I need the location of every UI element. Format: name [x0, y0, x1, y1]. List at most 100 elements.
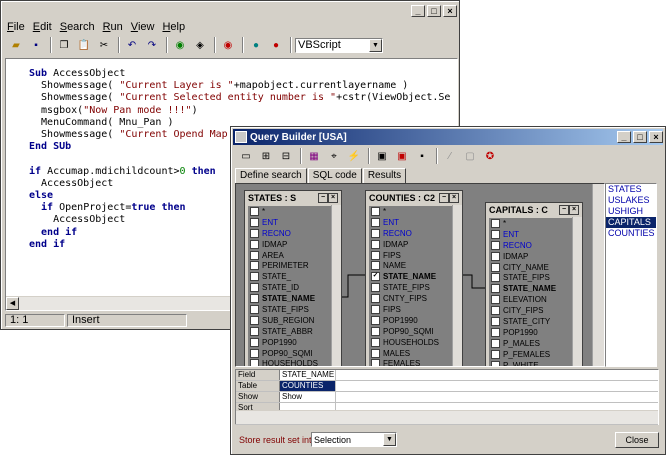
tab-sql-code[interactable]: SQL code — [307, 168, 362, 184]
step-icon[interactable]: ◈ — [191, 36, 209, 54]
field-checkbox[interactable] — [250, 250, 259, 260]
layer-item[interactable]: CAPITALS — [606, 217, 656, 228]
zoom-icon[interactable]: ▢ — [461, 147, 479, 165]
field-checkbox[interactable] — [371, 228, 380, 238]
field-checkbox[interactable] — [371, 217, 380, 227]
code-line[interactable]: Showmessage( "Current Layer is "+mapobje… — [29, 80, 450, 92]
field-item[interactable]: RECNO — [248, 228, 331, 239]
field-checkbox[interactable] — [371, 326, 380, 336]
code-line[interactable]: Showmessage( "Current Selected entity nu… — [29, 92, 450, 104]
collapse-table-icon[interactable]: − — [318, 193, 328, 203]
tab-define-search[interactable]: Define search — [235, 168, 307, 184]
field-item[interactable]: STATE_FIPS — [369, 282, 452, 293]
field-checkbox[interactable] — [250, 228, 259, 238]
layer-list[interactable]: STATES USLAKES USHIGH CAPITALS COUNTIES — [605, 183, 657, 367]
save-icon[interactable]: ▪ — [27, 36, 45, 54]
table-header[interactable]: COUNTIES : C2− × — [366, 191, 462, 205]
field-checkbox[interactable] — [491, 306, 500, 316]
run-icon[interactable]: ● — [247, 36, 265, 54]
field-item[interactable]: PERIMETER — [248, 260, 331, 271]
field-item[interactable]: POP1990 — [248, 337, 331, 348]
menu-item-file[interactable]: File — [3, 21, 29, 33]
field-item[interactable]: ENT — [369, 217, 452, 228]
field-item[interactable]: STATE_ — [248, 271, 331, 282]
field-item[interactable]: STATE_ID — [248, 282, 331, 293]
field-checkbox[interactable] — [250, 206, 259, 216]
field-item[interactable]: ✓ STATE_NAME — [369, 271, 452, 282]
field-item[interactable]: FEMALES — [369, 358, 452, 366]
field-item[interactable]: HOUSEHOLDS — [369, 337, 452, 348]
field-item[interactable]: CITY_NAME — [489, 262, 572, 273]
field-item[interactable]: IDMAP — [248, 239, 331, 250]
field-checkbox[interactable] — [371, 250, 380, 260]
table-capitals[interactable]: CAPITALS : C − × * ENT RECNO IDMAP CITY_NAME STA… — [485, 202, 583, 366]
field-item[interactable]: P_WHITE — [489, 360, 572, 366]
cut-icon[interactable]: ✂ — [95, 36, 113, 54]
table-icon[interactable]: ▦ — [305, 147, 323, 165]
field-checkbox[interactable] — [491, 295, 500, 305]
copy-icon[interactable]: ❐ — [55, 36, 73, 54]
table-scrollbar[interactable] — [452, 205, 462, 366]
field-item[interactable]: ENT — [489, 229, 572, 240]
field-item[interactable]: STATE_CITY — [489, 316, 572, 327]
table-canvas[interactable]: STATES : S − × * ENT RECNO IDMAP AREA PERIMETER S… — [235, 183, 605, 367]
tab-results[interactable]: Results — [362, 168, 407, 184]
save-icon[interactable]: ▪ — [413, 147, 431, 165]
field-checkbox[interactable] — [491, 284, 500, 294]
code-line[interactable]: msgbox("Now Pan mode !!!") — [29, 105, 450, 117]
field-item[interactable]: FIPS — [369, 304, 452, 315]
field-checkbox[interactable] — [250, 261, 259, 271]
field-item[interactable]: RECNO — [369, 228, 452, 239]
breakpoint-icon[interactable]: ● — [267, 36, 285, 54]
minimize-button[interactable]: _ — [617, 131, 631, 143]
grid-cell[interactable]: Show — [280, 392, 336, 402]
close-button[interactable]: × — [649, 131, 663, 143]
undo-icon[interactable]: ↶ — [123, 36, 141, 54]
menu-item-search[interactable]: Search — [56, 21, 99, 33]
field-checkbox[interactable] — [371, 206, 380, 216]
table-states[interactable]: STATES : S − × * ENT RECNO IDMAP AREA PERIMETER S… — [244, 190, 342, 366]
menu-item-edit[interactable]: Edit — [29, 21, 56, 33]
field-item[interactable]: MALES — [369, 348, 452, 359]
maximize-button[interactable]: □ — [427, 5, 441, 17]
menu-item-run[interactable]: Run — [99, 21, 127, 33]
field-item[interactable]: AREA — [248, 250, 331, 261]
field-checkbox[interactable] — [371, 337, 380, 347]
scroll-left-icon[interactable]: ◀ — [6, 297, 19, 310]
view-results-icon[interactable]: ▣ — [373, 147, 391, 165]
field-checkbox[interactable] — [250, 326, 259, 336]
table-scrollbar[interactable] — [572, 217, 582, 366]
field-checkbox[interactable]: ✓ — [371, 272, 380, 282]
field-checkbox[interactable] — [371, 304, 380, 314]
field-checkbox[interactable] — [491, 262, 500, 272]
field-checkbox[interactable] — [371, 348, 380, 358]
field-item[interactable]: STATE_NAME — [489, 283, 572, 294]
collapse-table-icon[interactable]: − — [559, 205, 569, 215]
field-checkbox[interactable] — [371, 239, 380, 249]
menu-item-view[interactable]: View — [127, 21, 159, 33]
field-checkbox[interactable] — [250, 337, 259, 347]
field-item[interactable]: IDMAP — [369, 239, 452, 250]
field-checkbox[interactable] — [491, 338, 500, 348]
field-item[interactable]: * — [248, 206, 331, 217]
query-grid[interactable]: Field STATE_NAME Table COUNTIES Show Show Sort… — [235, 369, 659, 425]
field-checkbox[interactable] — [250, 304, 259, 314]
new-query-icon[interactable]: ▭ — [237, 147, 255, 165]
field-checkbox[interactable] — [250, 239, 259, 249]
remove-table-icon[interactable]: × — [449, 193, 459, 203]
field-checkbox[interactable] — [491, 251, 500, 261]
field-checkbox[interactable] — [491, 349, 500, 359]
close-dialog-button[interactable]: Close — [615, 432, 659, 448]
grid-cell[interactable]: COUNTIES — [280, 381, 336, 391]
minimize-button[interactable]: _ — [411, 5, 425, 17]
field-checkbox[interactable] — [250, 315, 259, 325]
field-checkbox[interactable] — [491, 218, 500, 228]
field-checkbox[interactable] — [250, 359, 259, 366]
sql-icon[interactable]: ⌖ — [325, 147, 343, 165]
field-item[interactable]: RECNO — [489, 240, 572, 251]
paste-icon[interactable]: 📋 — [75, 36, 93, 54]
color-icon[interactable]: ✪ — [481, 147, 499, 165]
maximize-button[interactable]: □ — [633, 131, 647, 143]
field-item[interactable]: STATE_ABBR — [248, 326, 331, 337]
remove-table-icon[interactable]: × — [569, 205, 579, 215]
